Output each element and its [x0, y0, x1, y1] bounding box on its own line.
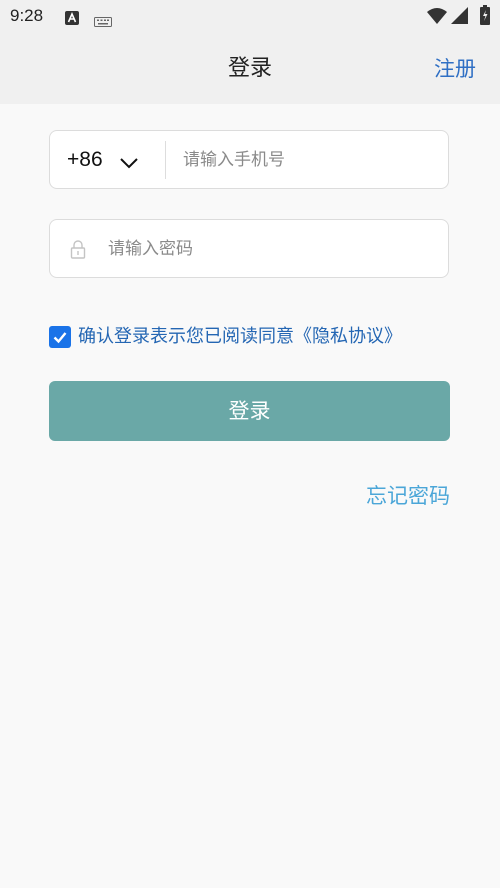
password-field — [49, 219, 449, 278]
country-code-select[interactable]: +86 — [50, 131, 166, 188]
phone-input[interactable] — [183, 131, 433, 188]
agreement-row: 确认登录表示您已阅读同意《隐私协议》 — [49, 324, 469, 352]
agreement-checkbox[interactable] — [49, 326, 71, 348]
a-letter-icon — [65, 10, 79, 29]
register-link[interactable]: 注册 — [434, 34, 476, 104]
password-input[interactable] — [108, 220, 428, 277]
privacy-agreement-link[interactable]: 《隐私协议》 — [294, 326, 402, 347]
checkmark-icon — [53, 332, 67, 344]
status-time: 9:28 — [10, 6, 44, 25]
agreement-text: 确认登录表示您已阅读同意《隐私协议》 — [78, 324, 402, 350]
chevron-down-icon — [119, 154, 139, 173]
page-title: 登录 — [227, 56, 272, 81]
lock-icon — [70, 239, 86, 263]
field-divider — [165, 141, 166, 179]
keyboard-icon — [94, 12, 112, 31]
wifi-icon — [427, 7, 447, 28]
header: 登录 注册 — [0, 34, 500, 104]
country-code-value: +86 — [67, 148, 103, 171]
agreement-label: 确认登录表示您已阅读同意 — [78, 326, 294, 347]
status-bar: 9:28 — [0, 0, 500, 34]
signal-icon — [451, 7, 468, 28]
login-button[interactable]: 登录 — [49, 381, 450, 441]
phone-field: +86 — [49, 130, 449, 189]
forgot-password-link[interactable]: 忘记密码 — [366, 480, 450, 510]
battery-icon — [480, 5, 490, 29]
